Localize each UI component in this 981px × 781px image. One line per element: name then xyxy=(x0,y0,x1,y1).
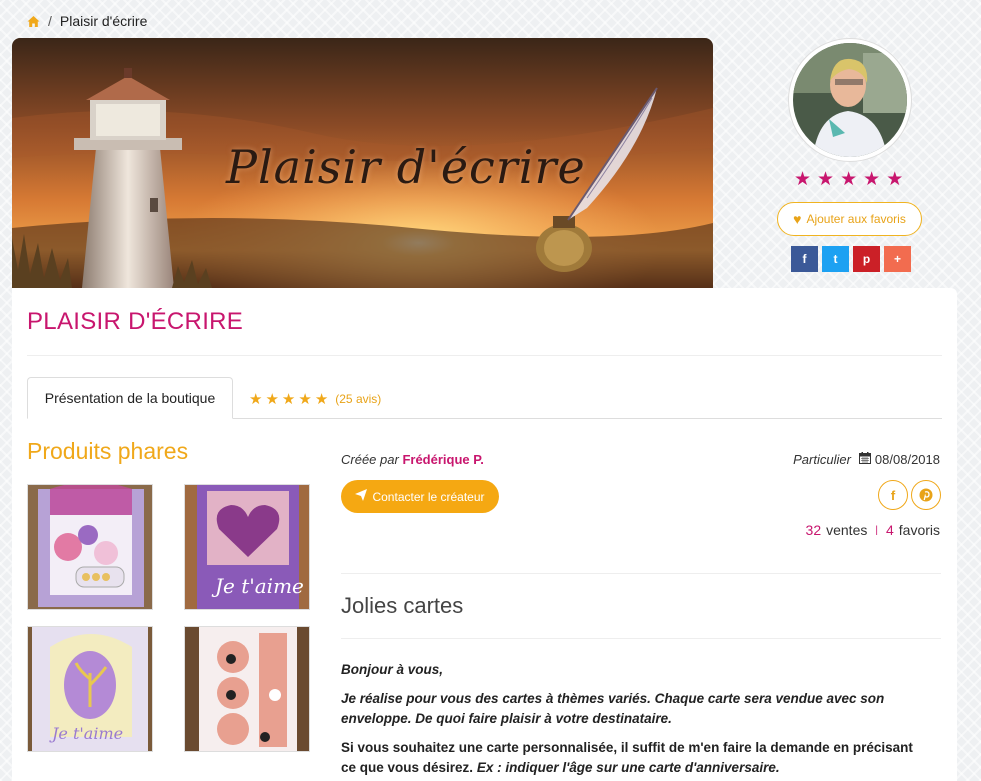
plus-icon: + xyxy=(893,252,901,266)
description-paragraph: Je réalise pour vous des cartes à thèmes… xyxy=(341,691,885,726)
created-by: Créée par Frédérique P. xyxy=(341,452,484,467)
description-example: Ex : indiquer l'âge sur une carte d'anni… xyxy=(476,760,780,775)
favorites-count: 4 xyxy=(885,522,894,538)
home-icon[interactable] xyxy=(27,15,40,28)
add-to-favorites-label: Ajouter aux favoris xyxy=(806,212,906,226)
banner-title: Plaisir d'écrire xyxy=(226,140,586,194)
star-icon: ★ xyxy=(817,169,835,190)
shop-card: PLAISIR D'ÉCRIRE Présentation de la bout… xyxy=(12,288,957,781)
description-paragraph: Si vous souhaitez une carte personnalisé… xyxy=(341,738,931,778)
star-icon: ★ xyxy=(249,391,263,408)
sales-count: 32 xyxy=(805,522,822,538)
add-to-favorites-button[interactable]: ♥ Ajouter aux favoris xyxy=(777,202,922,236)
stats-separator: | xyxy=(875,524,878,536)
seller-info: Particulier 08/08/2018 xyxy=(793,452,940,467)
star-icon: ★ xyxy=(314,391,329,408)
breadcrumb-current: Plaisir d'écrire xyxy=(59,13,148,29)
shop-description: Bonjour à vous, Je réalise pour vous des… xyxy=(341,660,931,781)
product-thumbnail[interactable] xyxy=(27,484,153,610)
tab-presentation[interactable]: Présentation de la boutique xyxy=(27,377,233,419)
facebook-icon: f xyxy=(802,252,807,266)
svg-text:Je t'aime: Je t'aime xyxy=(49,724,123,743)
twitter-icon: t xyxy=(833,252,838,266)
pinterest-icon[interactable] xyxy=(911,480,941,510)
more-share-button[interactable]: + xyxy=(884,246,911,272)
section-title: Jolies cartes xyxy=(341,593,464,618)
star-icon: ★ xyxy=(840,169,858,190)
tab-reviews[interactable]: ★ ★ ★ ★ ★ (25 avis) xyxy=(249,390,381,408)
reviews-count: (25 avis) xyxy=(335,392,382,406)
facebook-share-button[interactable]: f xyxy=(791,246,818,272)
sales-label: ventes xyxy=(826,522,868,538)
star-icon: ★ xyxy=(794,169,812,190)
shop-title: PLAISIR D'ÉCRIRE xyxy=(27,308,244,335)
creator-link[interactable]: Frédérique P. xyxy=(402,452,483,467)
svg-text:Je t'aime: Je t'aime xyxy=(211,574,304,598)
profile-rating-stars: ★ ★ ★ ★ ★ xyxy=(794,170,903,189)
created-date: 08/08/2018 xyxy=(874,452,940,467)
divider xyxy=(27,355,942,356)
star-icon: ★ xyxy=(281,391,296,408)
twitter-share-button[interactable]: t xyxy=(822,246,849,272)
facebook-icon[interactable]: f xyxy=(878,480,908,510)
product-thumbnail[interactable] xyxy=(184,626,310,752)
star-icon: ★ xyxy=(265,391,279,408)
heart-icon: ♥ xyxy=(793,211,802,227)
contact-creator-button[interactable]: Contacter le créateur xyxy=(341,480,499,513)
calendar-icon xyxy=(858,452,871,467)
breadcrumb-separator: / xyxy=(48,13,52,29)
avatar[interactable] xyxy=(789,39,911,161)
shop-banner: Plaisir d'écrire xyxy=(12,38,713,288)
divider xyxy=(341,638,941,639)
star-icon: ★ xyxy=(298,391,312,408)
breadcrumb: / Plaisir d'écrire xyxy=(27,13,147,29)
product-thumbnail[interactable]: Je t'aime xyxy=(27,626,153,752)
description-greeting: Bonjour à vous, xyxy=(341,662,444,677)
creator-social-links: f xyxy=(878,480,941,510)
social-share-row: f t p + xyxy=(791,246,911,272)
contact-creator-label: Contacter le créateur xyxy=(372,489,485,504)
star-icon: ★ xyxy=(886,169,904,190)
pinterest-share-button[interactable]: p xyxy=(853,246,880,272)
shop-stats: 32 ventes | 4 favoris xyxy=(806,522,940,538)
favorites-label: favoris xyxy=(898,522,940,538)
star-icon: ★ xyxy=(863,169,881,190)
pinterest-icon: p xyxy=(862,252,871,266)
send-icon xyxy=(355,489,368,504)
product-thumbnail[interactable]: Je t'aime xyxy=(184,484,310,610)
created-by-label: Créée par xyxy=(341,452,399,467)
featured-products-title: Produits phares xyxy=(27,438,189,464)
seller-type: Particulier xyxy=(793,452,851,467)
divider xyxy=(341,573,941,574)
